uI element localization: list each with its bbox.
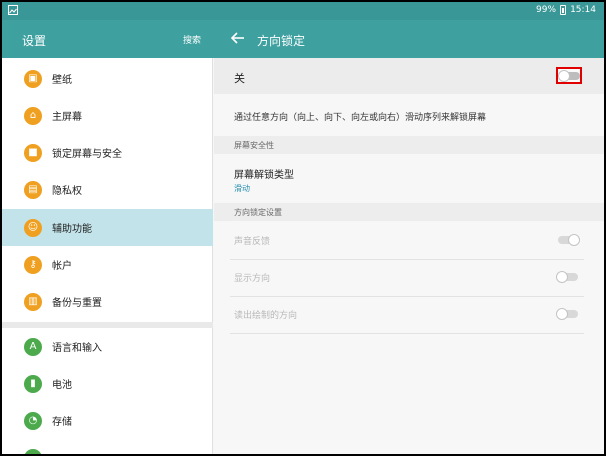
- setting-label: 读出绘制的方向: [234, 311, 298, 321]
- status-bar: 99% 15:14: [2, 2, 604, 20]
- sidebar-item-accessibility[interactable]: ☺ 辅助功能: [2, 209, 213, 246]
- sidebar-item-label: 备份与重置: [52, 298, 102, 309]
- unlock-type-title: 屏幕解锁类型: [234, 170, 294, 181]
- home-icon: ⌂: [24, 106, 42, 125]
- search-button[interactable]: 搜索: [183, 33, 201, 46]
- back-arrow-icon[interactable]: [229, 29, 247, 47]
- section-header-label: 屏幕安全性: [234, 141, 274, 150]
- privacy-icon: ▤: [24, 180, 42, 199]
- clock: 15:14: [570, 5, 596, 15]
- toggle-knob: [556, 271, 568, 283]
- battery-icon: [560, 5, 567, 15]
- sidebar-item-battery[interactable]: ▮ 电池: [2, 365, 213, 402]
- sidebar-item-label: 存储: [52, 417, 72, 428]
- master-switch-row[interactable]: 关: [214, 58, 604, 94]
- sidebar-item-label: 主屏幕: [52, 112, 82, 123]
- section-header-settings: 方向锁定设置: [214, 203, 604, 221]
- unlock-type-row[interactable]: 屏幕解锁类型 滑动: [234, 166, 294, 194]
- sidebar-item-partial[interactable]: [2, 439, 213, 454]
- setting-label: 声音反馈: [234, 237, 271, 247]
- unlock-type-value: 滑动: [234, 184, 250, 193]
- sidebar-item-label: 隐私权: [52, 186, 82, 197]
- toggle-knob: [568, 234, 580, 246]
- sound-feedback-toggle[interactable]: [558, 234, 580, 246]
- sidebar-item-label: 语言和输入: [52, 343, 102, 354]
- sidebar-item-privacy[interactable]: ▤ 隐私权: [2, 171, 213, 208]
- screen-frame: 99% 15:14 设置 搜索 方向锁定 ▣ 壁纸 ⌂ 主屏幕 ■ 锁定屏幕与安…: [0, 0, 606, 456]
- status-right: 99% 15:14: [536, 5, 596, 15]
- settings-title: 设置: [22, 34, 47, 48]
- sidebar-item-backup-reset[interactable]: ▥ 备份与重置: [2, 283, 213, 320]
- battery-icon: ▮: [24, 374, 42, 393]
- sidebar-item-accounts[interactable]: ⚷ 帐户: [2, 246, 213, 283]
- detail-header: 方向锁定: [213, 20, 604, 58]
- sidebar-item-language-input[interactable]: A 语言和输入: [2, 328, 213, 365]
- section-header-label: 方向锁定设置: [234, 208, 282, 217]
- wallpaper-icon: ▣: [24, 69, 42, 88]
- sidebar-item-label: 电池: [52, 380, 72, 391]
- sidebar-item-label: 帐户: [52, 261, 72, 272]
- accessibility-icon: ☺: [24, 218, 42, 237]
- setting-label: 显示方向: [234, 274, 271, 284]
- partial-item-icon: [24, 448, 42, 454]
- show-direction-row[interactable]: 显示方向: [230, 259, 584, 297]
- toggle-knob: [556, 308, 568, 320]
- show-direction-toggle[interactable]: [556, 271, 578, 283]
- read-direction-toggle[interactable]: [556, 308, 578, 320]
- sidebar-item-label: 辅助功能: [52, 224, 92, 235]
- sidebar-item-label: 锁定屏幕与安全: [52, 149, 122, 160]
- backup-icon: ▥: [24, 292, 42, 311]
- section-header-security: 屏幕安全性: [214, 136, 604, 154]
- key-icon: ⚷: [24, 255, 42, 274]
- language-icon: A: [24, 337, 42, 356]
- lock-icon: ■: [24, 143, 42, 162]
- sidebar-item-label: 壁纸: [52, 75, 72, 86]
- sidebar-item-storage[interactable]: ◔ 存储: [2, 402, 213, 439]
- sound-feedback-row[interactable]: 声音反馈: [230, 222, 584, 260]
- toggle-knob: [558, 70, 570, 82]
- battery-percent: 99%: [536, 5, 557, 15]
- read-direction-row[interactable]: 读出绘制的方向: [230, 296, 584, 334]
- gallery-icon: [8, 5, 18, 15]
- sidebar-item-lock-screen[interactable]: ■ 锁定屏幕与安全: [2, 134, 213, 171]
- settings-sidebar: ▣ 壁纸 ⌂ 主屏幕 ■ 锁定屏幕与安全 ▤ 隐私权 ☺ 辅助功能 ⚷ 帐户 ▥…: [2, 58, 213, 454]
- description-text: 通过任意方向（向上、向下、向左或向右）滑动序列来解锁屏幕: [234, 113, 487, 123]
- master-switch-label: 关: [234, 72, 245, 85]
- master-switch-toggle[interactable]: [558, 70, 580, 82]
- sidebar-item-wallpaper[interactable]: ▣ 壁纸: [2, 60, 213, 97]
- sidebar-item-home-screen[interactable]: ⌂ 主屏幕: [2, 97, 213, 134]
- settings-header: 设置 搜索: [2, 20, 213, 58]
- page-title: 方向锁定: [257, 34, 306, 48]
- direction-lock-panel: 关 通过任意方向（向上、向下、向左或向右）滑动序列来解锁屏幕 屏幕安全性 屏幕解…: [214, 58, 604, 454]
- storage-icon: ◔: [24, 411, 42, 430]
